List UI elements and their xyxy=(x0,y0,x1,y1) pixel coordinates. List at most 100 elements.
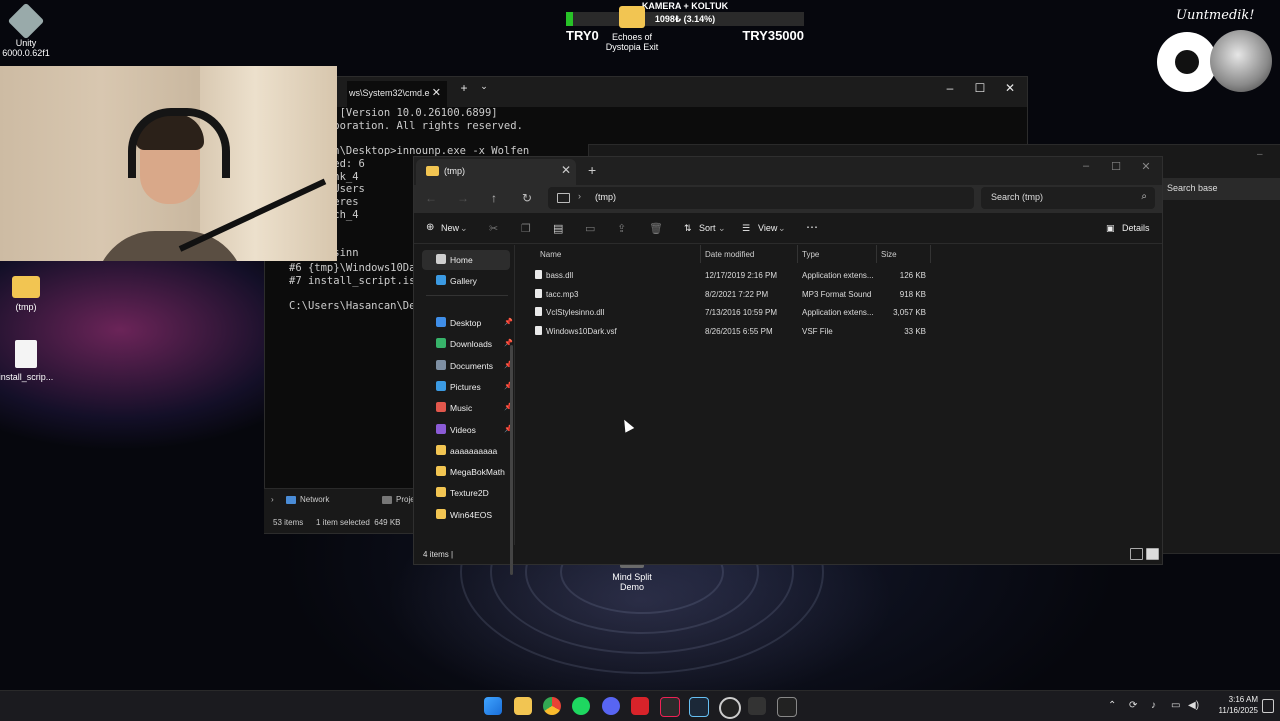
file-row[interactable]: bass.dll 12/17/2019 2:16 PM Application ex… xyxy=(534,267,1054,285)
file-explorer-icon[interactable] xyxy=(514,697,532,715)
copy-icon[interactable]: ❐ xyxy=(521,222,531,235)
folder-icon xyxy=(436,444,446,455)
sidebar-item-desktop[interactable]: Desktop 📌 xyxy=(422,313,513,333)
background-search-box[interactable]: Search base xyxy=(1163,178,1280,200)
address-bar[interactable]: › (tmp) xyxy=(548,187,974,209)
system-clock[interactable]: 3:16 AM 11/16/2025 xyxy=(1208,694,1258,716)
sort-button[interactable]: Sort xyxy=(699,223,716,233)
cut-icon[interactable]: ✂ xyxy=(489,222,498,235)
chevron-down-icon[interactable]: ⌄ xyxy=(473,81,495,92)
chevron-down-icon[interactable]: ⌄ xyxy=(718,223,726,234)
minimize-icon[interactable]: – xyxy=(939,81,961,95)
sidebar-item-music[interactable]: Music 📌 xyxy=(422,398,513,418)
tiles-view-icon[interactable] xyxy=(1146,548,1159,560)
app-icon[interactable] xyxy=(748,697,766,715)
minimize-icon[interactable]: – xyxy=(1076,160,1096,172)
column-divider[interactable] xyxy=(797,245,798,263)
chevron-down-icon[interactable]: ⌄ xyxy=(778,223,786,234)
refresh-icon[interactable]: ↻ xyxy=(518,191,536,205)
sidebar-scrollbar[interactable] xyxy=(510,345,513,575)
folder-icon xyxy=(12,276,40,298)
donation-goal-overlay: KAMERA + KOLTUK 1098₺ (3.14%) TRY0 TRY35… xyxy=(560,0,810,60)
chrome-icon[interactable] xyxy=(543,697,561,715)
paste-icon[interactable]: ▤ xyxy=(553,222,563,235)
app-icon[interactable] xyxy=(660,697,680,717)
file-explorer-window[interactable]: (tmp) ✕ + – ☐ ✕ ← → ↑ ↻ › (tmp) Search (… xyxy=(413,156,1163,575)
background-search-placeholder: Search base xyxy=(1167,183,1218,193)
share-icon[interactable]: ⇪ xyxy=(617,222,626,235)
sidebar-item-home[interactable]: Home xyxy=(422,250,510,270)
breadcrumb[interactable]: (tmp) xyxy=(595,192,616,202)
minimize-icon[interactable]: – xyxy=(1257,149,1263,160)
column-header-type[interactable]: Type xyxy=(802,250,819,259)
delete-icon[interactable]: 🗑 xyxy=(649,222,663,235)
new-tab-icon[interactable]: + xyxy=(588,162,596,178)
terminal-tab[interactable]: ws\System32\cmd.e ✕ xyxy=(347,81,447,107)
file-row[interactable]: Windows10Dark.vsf 8/26/2015 6:55 PM VSF Fi… xyxy=(534,323,1054,341)
sync-icon[interactable]: ⟳ xyxy=(1129,700,1137,711)
sidebar-item-texture2d[interactable]: Texture2D xyxy=(422,483,510,503)
desktop-icon-install-script[interactable]: install_scrip... xyxy=(0,340,56,382)
new-tab-icon[interactable]: + xyxy=(453,81,475,95)
close-tab-icon[interactable]: ✕ xyxy=(432,81,441,105)
sidebar-item-project[interactable]: Proje xyxy=(396,495,415,504)
close-icon[interactable]: ✕ xyxy=(999,81,1021,95)
column-header-size[interactable]: Size xyxy=(881,250,897,259)
spotify-icon[interactable] xyxy=(572,697,590,715)
explorer-tab[interactable]: (tmp) ✕ xyxy=(416,159,576,185)
steam-icon[interactable] xyxy=(689,697,709,717)
maximize-icon[interactable]: ☐ xyxy=(969,81,991,95)
search-input[interactable]: Search (tmp) ⌕ xyxy=(981,187,1155,209)
column-header-name[interactable]: Name xyxy=(540,250,561,259)
column-divider[interactable] xyxy=(700,245,701,263)
new-button[interactable]: New xyxy=(441,223,459,233)
microphone-icon[interactable]: ♪ xyxy=(1151,700,1156,711)
close-icon[interactable]: ✕ xyxy=(1136,160,1156,173)
unity-icon[interactable] xyxy=(719,697,741,719)
maximize-icon[interactable]: ☐ xyxy=(1106,160,1126,173)
pin-icon[interactable]: 📌 xyxy=(504,318,513,326)
rename-icon[interactable]: ▭ xyxy=(585,222,595,235)
sidebar-item-aaaaaaaaaa[interactable]: aaaaaaaaaa xyxy=(422,441,510,461)
desktop-icon-echoes[interactable]: Echoes of Dystopia Exit xyxy=(602,6,662,52)
sidebar-item-documents[interactable]: Documents 📌 xyxy=(422,356,513,376)
file-row[interactable]: VclStylesinno.dll 7/13/2016 10:59 PM Appli… xyxy=(534,304,1054,322)
sidebar-item-megabokmath[interactable]: MegaBokMath xyxy=(422,462,510,482)
terminal-icon[interactable] xyxy=(777,697,797,717)
sidebar-item-pictures[interactable]: Pictures 📌 xyxy=(422,377,513,397)
search-icon[interactable]: ⌕ xyxy=(1141,191,1147,202)
column-divider[interactable] xyxy=(930,245,931,263)
desktop-icon-label: (tmp) xyxy=(15,302,37,312)
sidebar-item-gallery[interactable]: Gallery xyxy=(422,271,510,291)
command-bar: ⊕ New ⌄ ✂ ❐ ▤ ▭ ⇪ 🗑 ⇅ Sort ⌄ ☰ View ⌄ ⋯ … xyxy=(414,217,1162,244)
app-icon[interactable] xyxy=(631,697,649,715)
forward-arrow-icon[interactable]: → xyxy=(454,191,472,205)
notification-icon[interactable] xyxy=(1262,699,1274,713)
sidebar-item-downloads[interactable]: Downloads 📌 xyxy=(422,334,513,354)
sidebar-item-network[interactable]: Network xyxy=(300,495,329,504)
streamer-signature: Uuntmedik! xyxy=(1176,8,1255,23)
chevron-up-icon[interactable]: ⌃ xyxy=(1108,700,1116,711)
details-view-icon[interactable] xyxy=(1130,548,1143,560)
sidebar-item-win64eos[interactable]: Win64EOS xyxy=(422,505,510,525)
details-button[interactable]: Details xyxy=(1122,223,1150,233)
view-button[interactable]: View xyxy=(758,223,777,233)
chevron-down-icon[interactable]: ⌄ xyxy=(460,223,468,234)
desktop-icon-unity[interactable]: Unity 6000.0.62f1 xyxy=(0,2,56,58)
speaker-icon[interactable]: ◀) xyxy=(1188,700,1199,711)
column-divider[interactable] xyxy=(876,245,877,263)
file-row[interactable]: tacc.mp3 8/2/2021 7:22 PM MP3 Format Sound… xyxy=(534,286,1054,304)
more-options-icon[interactable]: ⋯ xyxy=(806,220,818,234)
discord-icon[interactable] xyxy=(602,697,620,715)
close-tab-icon[interactable]: ✕ xyxy=(561,163,571,177)
network-icon[interactable]: ▭ xyxy=(1171,700,1180,711)
up-arrow-icon[interactable]: ↑ xyxy=(485,191,503,205)
chevron-right-icon[interactable]: › xyxy=(271,495,274,504)
sidebar-divider xyxy=(426,295,508,296)
chevron-right-icon[interactable]: › xyxy=(578,191,581,201)
sidebar-item-videos[interactable]: Videos 📌 xyxy=(422,420,513,440)
start-icon[interactable] xyxy=(484,697,502,715)
desktop-icon-tmp[interactable]: (tmp) xyxy=(0,276,56,312)
back-arrow-icon[interactable]: ← xyxy=(422,191,440,205)
column-header-date-modified[interactable]: Date modified xyxy=(705,250,754,259)
